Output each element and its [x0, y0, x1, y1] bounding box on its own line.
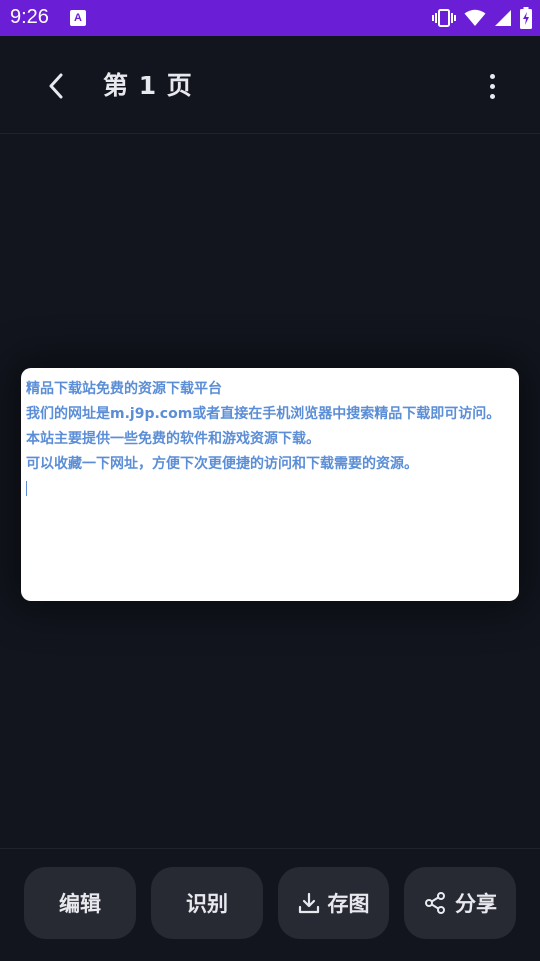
document-line: 我们的网址是m.j9p.com或者直接在手机浏览器中搜索精品下载即可访问。: [26, 406, 501, 422]
recognize-label: 识别: [186, 892, 228, 916]
status-bar: 9:26 A: [0, 0, 540, 36]
signal-icon: [495, 10, 511, 26]
vibrate-icon: [432, 9, 456, 27]
document-page[interactable]: 精品下载站免费的资源下载平台 我们的网址是m.j9p.com或者直接在手机浏览器…: [21, 368, 519, 601]
chevron-left-icon: [49, 73, 63, 99]
more-options-button[interactable]: [480, 66, 504, 106]
status-time: 9:26: [10, 6, 49, 28]
edit-button[interactable]: 编辑: [24, 867, 136, 939]
share-icon: [425, 892, 445, 914]
back-button[interactable]: [34, 64, 78, 108]
battery-charging-icon: [520, 7, 532, 29]
more-vertical-icon: [489, 73, 495, 79]
document-line: 精品下载站免费的资源下载平台: [26, 381, 222, 397]
share-label: 分享: [455, 892, 497, 916]
document-text[interactable]: 精品下载站免费的资源下载平台 我们的网址是m.j9p.com或者直接在手机浏览器…: [26, 377, 515, 496]
app-bar: 第 1 页: [0, 36, 540, 134]
bottom-action-bar: 编辑 识别 存图 分享: [0, 848, 540, 961]
text-cursor: [26, 481, 27, 496]
download-icon: [298, 892, 319, 914]
share-button[interactable]: 分享: [404, 867, 516, 939]
document-line: 可以收藏一下网址，方便下次更便捷的访问和下载需要的资源。: [26, 456, 418, 472]
save-image-label: 存图: [327, 892, 370, 916]
save-image-button[interactable]: 存图: [278, 867, 389, 939]
recognize-button[interactable]: 识别: [151, 867, 263, 939]
page-title: 第 1 页: [103, 71, 193, 100]
app-notification-icon: A: [70, 10, 86, 26]
wifi-icon: [464, 9, 486, 26]
document-line: 本站主要提供一些免费的软件和游戏资源下载。: [26, 431, 320, 447]
edit-label: 编辑: [59, 892, 101, 916]
page-preview-area: 精品下载站免费的资源下载平台 我们的网址是m.j9p.com或者直接在手机浏览器…: [0, 134, 540, 848]
status-icons: [432, 6, 532, 30]
